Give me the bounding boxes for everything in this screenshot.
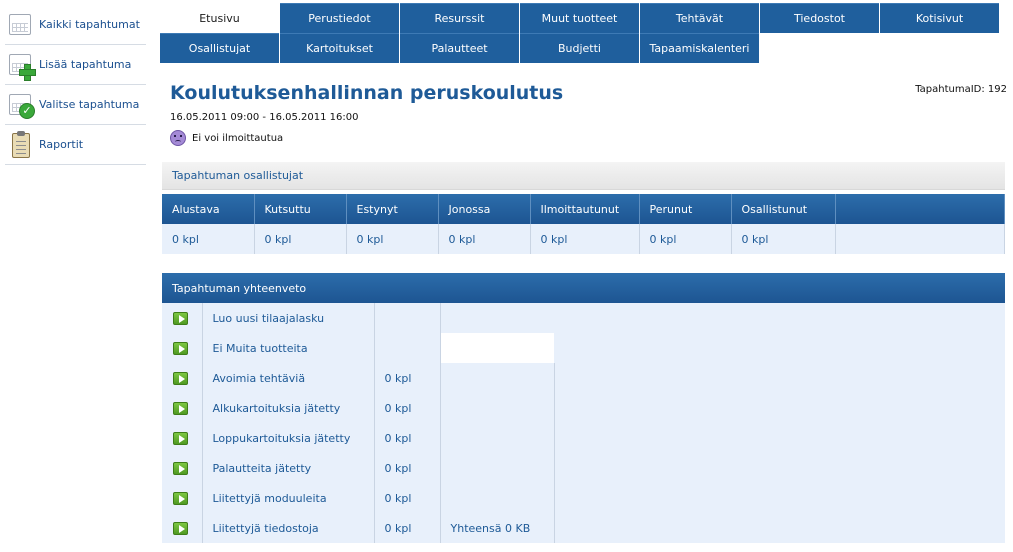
play-icon[interactable] — [173, 401, 188, 415]
event-id: TapahtumaID: 192 — [915, 84, 1007, 95]
participants-header-row: Alustava Kutsuttu Estynyt Jonossa Ilmoit… — [162, 194, 1005, 224]
summary-count: 0 kpl — [374, 453, 441, 483]
tab-bar: Etusivu Perustiedot Resurssit Muut tuott… — [160, 3, 1000, 63]
tab-budjetti[interactable]: Budjetti — [520, 33, 639, 63]
count-kutsuttu[interactable]: 0 kpl — [254, 224, 347, 254]
summary-label-feedback[interactable]: Palautteita jätetty — [202, 453, 375, 483]
play-icon[interactable] — [173, 371, 188, 385]
summary-extra — [440, 333, 554, 363]
registration-status: Ei voi ilmoittautua — [170, 130, 283, 146]
participants-heading: Tapahtuman osallistujat — [162, 162, 1005, 190]
table-row: Loppukartoituksia jätetty 0 kpl — [162, 423, 1005, 453]
count-jonossa[interactable]: 0 kpl — [438, 224, 531, 254]
play-icon[interactable] — [173, 521, 188, 535]
tab-tiedostot[interactable]: Tiedostot — [760, 3, 879, 33]
summary-extra — [440, 303, 554, 333]
tab-tehtavat[interactable]: Tehtävät — [640, 3, 759, 33]
count-estynyt[interactable]: 0 kpl — [346, 224, 439, 254]
column-header-perunut: Perunut — [639, 194, 732, 224]
summary-extra — [440, 453, 555, 483]
summary-count — [374, 333, 441, 363]
column-header-empty — [835, 194, 1005, 224]
table-row: Liitettyjä tiedostoja 0 kpl Yhteensä 0 K… — [162, 513, 1005, 543]
tab-row-1: Etusivu Perustiedot Resurssit Muut tuott… — [160, 3, 1000, 33]
column-header-ilmoittautunut: Ilmoittautunut — [530, 194, 640, 224]
sidebar: Kaikki tapahtumat Lisää tapahtuma ✓ Vali… — [5, 5, 146, 165]
tab-tapaamiskalenteri[interactable]: Tapaamiskalenteri — [640, 33, 759, 63]
tab-kotisivut[interactable]: Kotisivut — [880, 3, 999, 33]
summary-count — [374, 303, 441, 333]
column-header-jonossa: Jonossa — [438, 194, 531, 224]
summary-count: 0 kpl — [374, 363, 441, 393]
play-icon[interactable] — [173, 431, 188, 445]
table-row: Ei Muita tuotteita — [162, 333, 1005, 363]
sidebar-item-label: Lisää tapahtuma — [39, 58, 132, 71]
registration-status-text: Ei voi ilmoittautua — [192, 132, 284, 144]
play-icon[interactable] — [173, 491, 188, 505]
count-osallistunut[interactable]: 0 kpl — [731, 224, 836, 254]
summary-heading: Tapahtuman yhteenveto — [162, 273, 1005, 303]
table-row: Avoimia tehtäviä 0 kpl — [162, 363, 1005, 393]
sidebar-item-reports[interactable]: Raportit — [5, 125, 146, 165]
play-icon[interactable] — [173, 341, 188, 355]
summary-extra: Yhteensä 0 KB — [440, 513, 555, 543]
sidebar-item-label: Kaikki tapahtumat — [39, 18, 140, 31]
table-row: Palautteita jätetty 0 kpl — [162, 453, 1005, 483]
summary-extra — [440, 423, 555, 453]
sidebar-item-label: Raportit — [39, 138, 84, 151]
play-icon[interactable] — [173, 461, 188, 475]
tab-perustiedot[interactable]: Perustiedot — [280, 3, 399, 33]
summary-label-post-surveys[interactable]: Loppukartoituksia jätetty — [202, 423, 375, 453]
sidebar-item-label: Valitse tapahtuma — [39, 98, 140, 111]
summary-label-pre-surveys[interactable]: Alkukartoituksia jätetty — [202, 393, 375, 423]
count-alustava[interactable]: 0 kpl — [162, 224, 255, 254]
summary-count: 0 kpl — [374, 393, 441, 423]
sidebar-item-select-event[interactable]: ✓ Valitse tapahtuma — [5, 85, 146, 125]
play-icon[interactable] — [173, 311, 188, 325]
table-row: Alkukartoituksia jätetty 0 kpl — [162, 393, 1005, 423]
calendar-add-icon — [7, 51, 36, 81]
summary-count: 0 kpl — [374, 483, 441, 513]
tab-etusivu[interactable]: Etusivu — [160, 3, 279, 33]
tab-resurssit[interactable]: Resurssit — [400, 3, 519, 33]
summary-label-modules[interactable]: Liitettyjä moduuleita — [202, 483, 375, 513]
event-date: 16.05.2011 09:00 - 16.05.2011 16:00 — [170, 112, 359, 123]
page-title: Koulutuksenhallinnan peruskoulutus — [170, 82, 564, 104]
clipboard-icon — [7, 130, 35, 159]
summary-extra — [440, 393, 555, 423]
table-row: Liitettyjä moduuleita 0 kpl — [162, 483, 1005, 513]
column-header-osallistunut: Osallistunut — [731, 194, 836, 224]
count-ilmoittautunut[interactable]: 0 kpl — [530, 224, 640, 254]
column-header-estynyt: Estynyt — [346, 194, 439, 224]
summary-extra — [440, 363, 555, 393]
empty-cell — [835, 224, 1005, 254]
calendar-check-icon: ✓ — [7, 91, 35, 119]
summary-count: 0 kpl — [374, 423, 441, 453]
column-header-kutsuttu: Kutsuttu — [254, 194, 347, 224]
tab-osallistujat[interactable]: Osallistujat — [160, 33, 279, 63]
tab-palautteet[interactable]: Palautteet — [400, 33, 519, 63]
summary-label-open-tasks[interactable]: Avoimia tehtäviä — [202, 363, 375, 393]
participants-table: Alustava Kutsuttu Estynyt Jonossa Ilmoit… — [162, 194, 1005, 254]
tab-muut-tuotteet[interactable]: Muut tuotteet — [520, 3, 639, 33]
summary-count: 0 kpl — [374, 513, 441, 543]
summary-extra — [440, 483, 555, 513]
sad-face-icon — [170, 130, 186, 146]
sidebar-item-add-event[interactable]: Lisää tapahtuma — [5, 45, 146, 85]
calendar-icon — [7, 11, 35, 39]
column-header-alustava: Alustava — [162, 194, 255, 224]
tab-kartoitukset[interactable]: Kartoitukset — [280, 33, 399, 63]
tab-row-2: Osallistujat Kartoitukset Palautteet Bud… — [160, 33, 1000, 63]
summary-label-new-invoice[interactable]: Luo uusi tilaajalasku — [202, 303, 375, 333]
table-row: 0 kpl 0 kpl 0 kpl 0 kpl 0 kpl 0 kpl 0 kp… — [162, 224, 1005, 254]
sidebar-item-all-events[interactable]: Kaikki tapahtumat — [5, 5, 146, 45]
summary-label-files[interactable]: Liitettyjä tiedostoja — [202, 513, 375, 543]
count-perunut[interactable]: 0 kpl — [639, 224, 732, 254]
summary-label-other-products[interactable]: Ei Muita tuotteita — [202, 333, 375, 363]
summary-table: Luo uusi tilaajalasku Ei Muita tuotteita… — [162, 303, 1005, 543]
table-row: Luo uusi tilaajalasku — [162, 303, 1005, 333]
